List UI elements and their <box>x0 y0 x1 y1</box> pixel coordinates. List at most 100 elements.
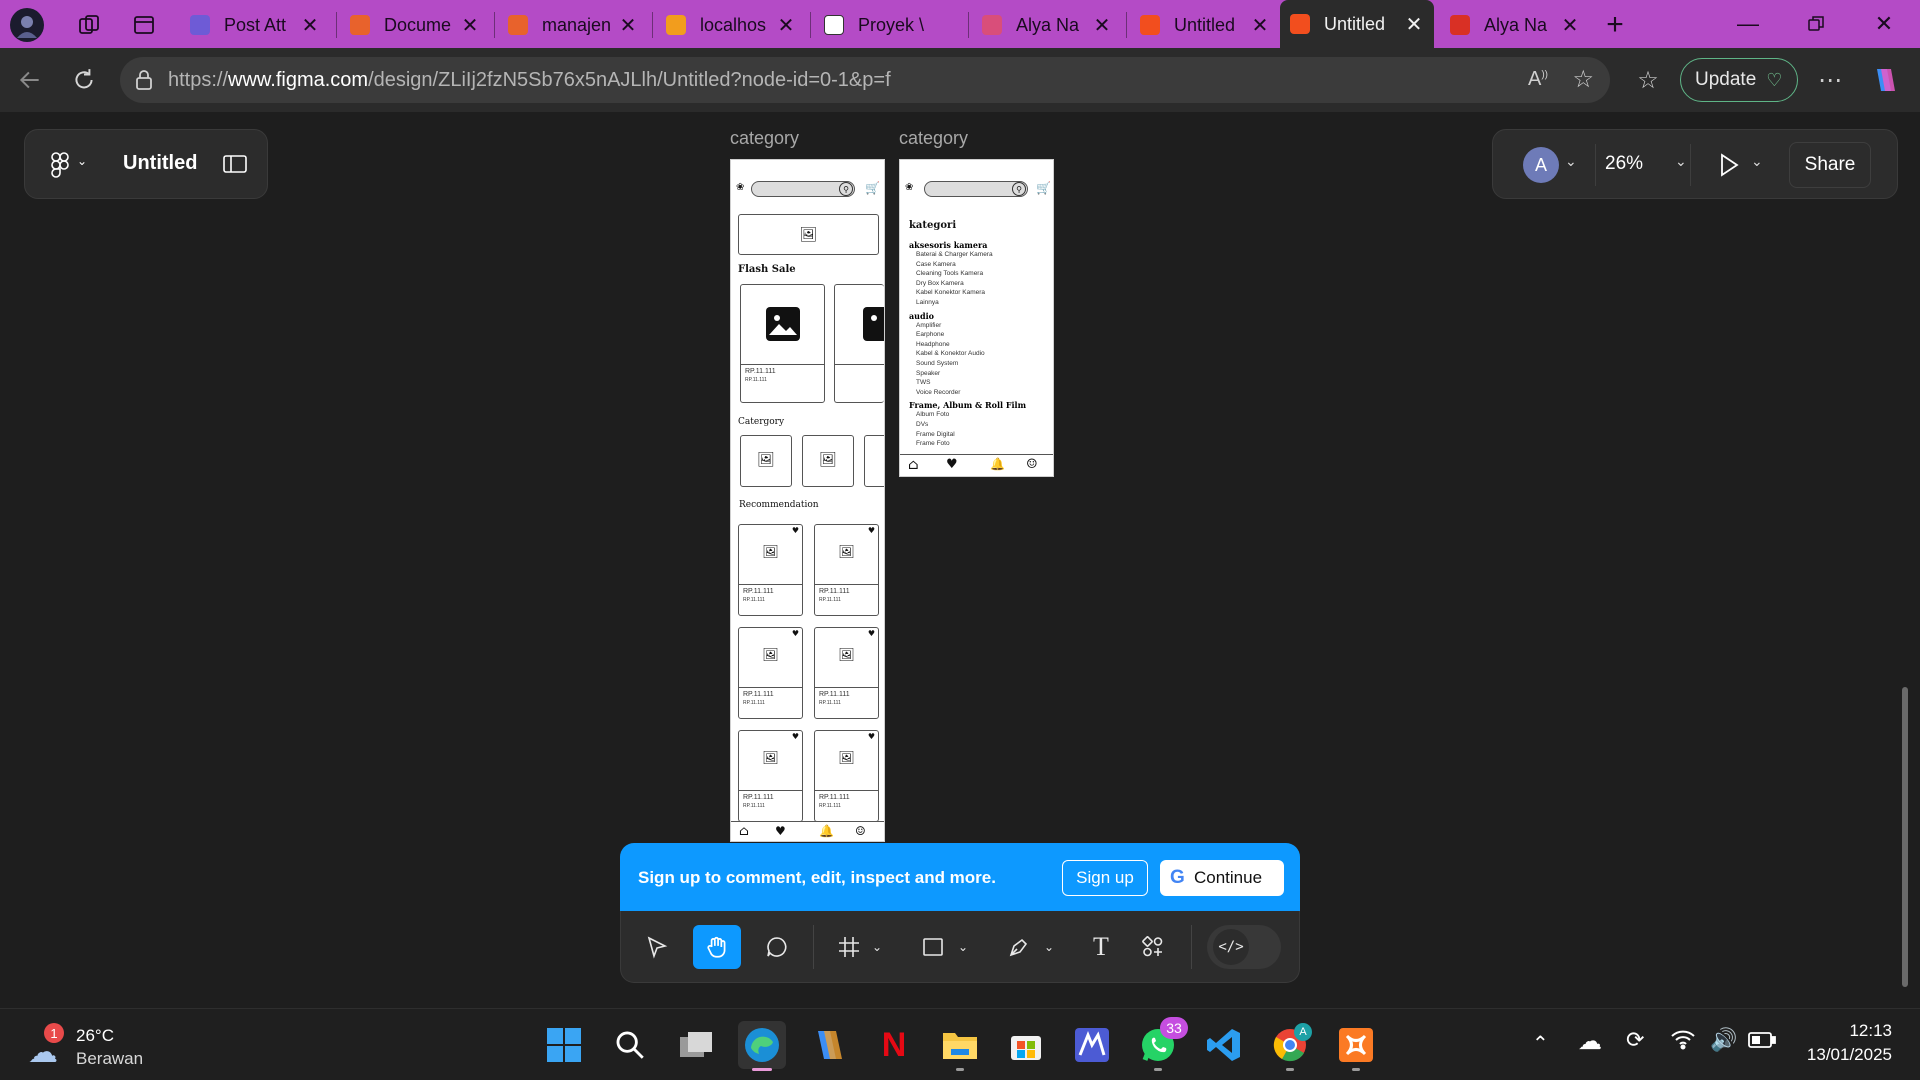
close-tab-icon[interactable]: ✕ <box>460 13 480 38</box>
browser-tab-7[interactable]: Untitled ✕ <box>1130 3 1280 47</box>
pen-tool-icon[interactable] <box>997 925 1041 969</box>
chevron-down-icon[interactable]: ⌄ <box>77 154 87 168</box>
banner-placeholder: 🖼 <box>738 214 879 255</box>
weather-widget[interactable]: ☁ 1 26°C Berawan <box>26 1021 196 1071</box>
figma-toolbar: ⌄ ⌄ ⌄ T </> <box>620 911 1300 983</box>
microsoft-store-icon[interactable] <box>1002 1021 1050 1069</box>
recommendation-card: ♥ 🖼 RP.11.111 RP.11.111 <box>738 730 803 822</box>
browser-tab-1[interactable]: Post Att ✕ <box>180 3 330 47</box>
battery-icon[interactable] <box>1748 1031 1776 1054</box>
productivity-app-icon[interactable] <box>1068 1021 1116 1069</box>
share-button[interactable]: Share <box>1789 142 1871 188</box>
minimize-icon[interactable]: — <box>1718 0 1778 48</box>
wifi-icon[interactable] <box>1670 1027 1696 1056</box>
search-icon[interactable] <box>606 1021 654 1069</box>
browser-tab-2[interactable]: Docume ✕ <box>340 3 490 47</box>
text-tool-icon[interactable]: T <box>1079 925 1123 969</box>
move-tool-icon[interactable] <box>635 925 679 969</box>
profile-avatar-icon[interactable] <box>10 8 44 42</box>
close-tab-icon[interactable]: ✕ <box>300 13 320 38</box>
rectangle-tool-icon[interactable] <box>911 925 955 969</box>
close-tab-icon[interactable]: ✕ <box>1092 13 1112 38</box>
category-tile: 🖼 <box>802 435 854 487</box>
sync-icon[interactable]: ⟳ <box>1626 1027 1644 1053</box>
read-aloud-icon[interactable]: A)) <box>1528 68 1548 91</box>
image-icon: 🖼 <box>819 452 837 468</box>
tab-actions-icon[interactable] <box>127 8 161 42</box>
present-play-icon[interactable] <box>1717 152 1741 183</box>
browser-tab-active[interactable]: Untitled ✕ <box>1280 0 1434 48</box>
frame-label-category[interactable]: category <box>899 128 968 149</box>
frame-label-home[interactable]: category <box>730 128 799 149</box>
xampp-icon[interactable] <box>1332 1021 1380 1071</box>
figma-favicon-icon <box>1290 14 1310 34</box>
workspaces-icon[interactable] <box>72 8 106 42</box>
url-field[interactable]: https://www.figma.com/design/ZLiIj2fzN5S… <box>120 57 1610 103</box>
chevron-down-icon[interactable]: ⌄ <box>1565 153 1577 170</box>
favorites-icon[interactable]: ☆ <box>1630 62 1666 98</box>
frame-tool-icon[interactable] <box>827 925 871 969</box>
close-tab-icon[interactable]: ✕ <box>1250 13 1270 38</box>
edge-browser-icon[interactable] <box>738 1021 786 1071</box>
figma-logo-icon[interactable] <box>51 152 69 183</box>
signup-button[interactable]: Sign up <box>1062 860 1148 896</box>
search-icon: ⚲ <box>839 182 853 196</box>
close-window-icon[interactable]: ✕ <box>1854 0 1914 48</box>
chrome-icon[interactable]: A <box>1266 1021 1314 1071</box>
vscode-icon[interactable] <box>1200 1021 1248 1069</box>
close-tab-icon[interactable]: ✕ <box>1404 12 1424 37</box>
chevron-down-icon[interactable]: ⌄ <box>869 925 885 969</box>
clock-date[interactable]: 13/01/2025 <box>1807 1045 1892 1065</box>
notion-favicon-icon <box>824 15 844 35</box>
price: RP.11.111 <box>819 691 850 698</box>
update-button[interactable]: Update ♡ <box>1680 58 1798 102</box>
start-button[interactable] <box>540 1021 588 1069</box>
favorite-star-icon[interactable]: ☆ <box>1572 65 1594 94</box>
zoom-level[interactable]: 26% <box>1605 153 1643 175</box>
category-item: Dry Box Kamera <box>916 279 964 287</box>
image-icon: 🖼 <box>838 648 855 663</box>
volume-icon[interactable]: 🔊 <box>1710 1027 1737 1053</box>
home-wireframe-frame[interactable]: ❀ ⚲ 🛒 🖼 Flash Sale RP.11.111 RP.11.111 C… <box>730 159 885 842</box>
browser-tab-5[interactable]: Proyek \ <box>814 3 964 47</box>
task-view-icon[interactable] <box>672 1021 720 1069</box>
browser-tab-6[interactable]: Alya Na ✕ <box>972 3 1122 47</box>
file-name[interactable]: Untitled <box>123 152 197 175</box>
restore-icon[interactable] <box>1786 0 1846 48</box>
onedrive-cloud-icon[interactable]: ☁ <box>1578 1027 1602 1056</box>
browser-tab-3[interactable]: manajen ✕ <box>498 3 648 47</box>
close-tab-icon[interactable]: ✕ <box>776 13 796 38</box>
file-explorer-icon[interactable] <box>936 1021 984 1071</box>
show-hidden-icons[interactable]: ⌃ <box>1532 1031 1549 1056</box>
category-wireframe-frame[interactable]: ❀ ⚲ 🛒 kategori aksesoris kamera Baterai &… <box>899 159 1054 477</box>
chevron-down-icon[interactable]: ⌄ <box>1675 153 1687 170</box>
more-options-icon[interactable]: ⋯ <box>1812 62 1848 98</box>
browser-tab-4[interactable]: localhos ✕ <box>656 3 806 47</box>
dev-mode-toggle[interactable]: </> <box>1207 925 1281 969</box>
close-tab-icon[interactable]: ✕ <box>1560 13 1580 38</box>
back-arrow-icon[interactable] <box>12 62 48 98</box>
avatar[interactable]: A <box>1523 147 1559 183</box>
new-tab-icon[interactable]: + <box>1598 8 1632 42</box>
clock-time[interactable]: 12:13 <box>1849 1021 1892 1041</box>
browser-tab-9[interactable]: Alya Na ✕ <box>1440 3 1590 47</box>
resources-tool-icon[interactable] <box>1131 925 1175 969</box>
close-tab-icon[interactable]: ✕ <box>618 13 638 38</box>
refresh-icon[interactable] <box>66 62 102 98</box>
hand-tool-icon[interactable] <box>693 925 741 969</box>
flash-sale-heading: Flash Sale <box>738 264 796 275</box>
copilot-icon[interactable] <box>1866 62 1902 98</box>
chevron-down-icon[interactable]: ⌄ <box>955 925 971 969</box>
copilot-app-icon[interactable] <box>804 1021 852 1069</box>
continue-google-button[interactable]: G Continue <box>1160 860 1284 896</box>
chevron-down-icon[interactable]: ⌄ <box>1041 925 1057 969</box>
comment-tool-icon[interactable] <box>755 925 799 969</box>
category-item: Frame Foto <box>916 440 950 448</box>
whatsapp-icon[interactable]: 33 <box>1134 1017 1188 1071</box>
price-small: RP.11.111 <box>819 700 841 706</box>
netflix-icon[interactable]: N <box>870 1021 918 1069</box>
sidebar-toggle-icon[interactable] <box>223 154 247 179</box>
chevron-down-icon[interactable]: ⌄ <box>1751 153 1763 170</box>
signup-banner: Sign up to comment, edit, inspect and mo… <box>620 843 1300 913</box>
canvas-scrollbar[interactable] <box>1902 687 1908 987</box>
